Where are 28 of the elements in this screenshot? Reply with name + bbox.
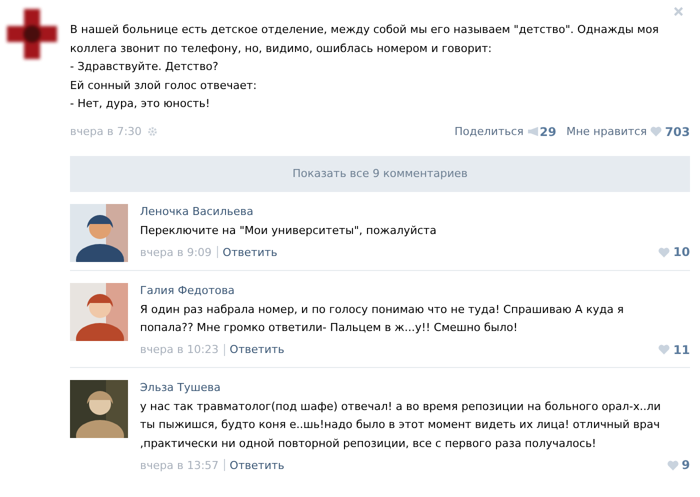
- comment-time: вчера в 13:57: [140, 458, 219, 472]
- share-link[interactable]: Поделиться: [454, 125, 524, 138]
- comment-time: вчера в 10:23: [140, 343, 219, 356]
- heart-icon[interactable]: [666, 460, 679, 470]
- heart-icon[interactable]: [658, 344, 670, 355]
- comment-author[interactable]: Галия Федотова: [140, 282, 690, 298]
- comment-text: у нас так травматолог(под шафе) отвечал! а во время репозиции на больного орал-х..ли ты пыжишся, будто коня е..шь!надо было в этот момент видеть их лица! отличный врач ,практически ни одной повторной репозиции, все с первого раза получалось!: [140, 398, 662, 452]
- comment-text: Переключите на "Мои университеты", пожалуйста: [140, 222, 438, 238]
- heart-icon[interactable]: [650, 126, 662, 137]
- comment-author[interactable]: Эльза Тушева: [140, 380, 690, 396]
- reply-link[interactable]: Ответить: [230, 343, 284, 356]
- reply-link[interactable]: Ответить: [222, 246, 278, 258]
- comment-author[interactable]: Леночка Васильева: [140, 204, 690, 220]
- megaphone-icon: [526, 126, 540, 137]
- reply-link[interactable]: Ответить: [230, 458, 284, 472]
- like-count: 10: [673, 245, 690, 259]
- heart-icon[interactable]: [658, 246, 670, 258]
- share-count: 29: [540, 124, 556, 138]
- like-link[interactable]: Мне нравится: [566, 125, 647, 138]
- like-count: 703: [664, 124, 690, 138]
- like-count: 11: [673, 342, 690, 356]
- like-count: 9: [682, 458, 690, 472]
- post-text: В нашей больнице есть детское отделение, между собой мы его называем "детство". Однажды моя коллега звонит по телефону, но, видимо, ошиблась номером и говорит: - Здравствуйте. Детство? Ей сонный злой голос отвечает: - Нет, дура, это юность!: [70, 22, 660, 112]
- gear-icon[interactable]: [146, 126, 158, 137]
- post-time: вчера в 7:30: [70, 125, 142, 138]
- comment-time: вчера в 9:09: [140, 246, 212, 258]
- close-icon[interactable]: [673, 6, 684, 17]
- comment-text: Я один раз набрала номер, и по голосу понимаю что не туда! Спрашиваю А куда я попала?? Мне громко ответили- Пальцем в ж...у!! Смешно было!: [140, 302, 625, 336]
